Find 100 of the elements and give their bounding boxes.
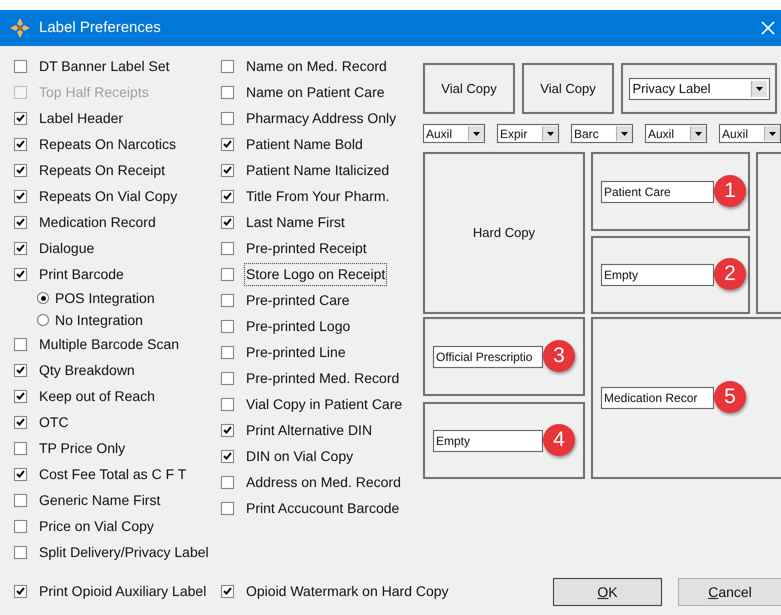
checkbox[interactable] xyxy=(14,390,27,402)
dropdown-button[interactable] xyxy=(468,126,484,141)
slot-field[interactable]: Official Prescriptio xyxy=(433,346,543,368)
slot-field[interactable]: Empty xyxy=(601,264,714,286)
dropdown-button[interactable] xyxy=(542,126,558,141)
checkbox[interactable] xyxy=(14,364,27,376)
check-icon xyxy=(16,418,25,426)
slot-field[interactable]: Patient Care xyxy=(601,180,714,202)
checkbox[interactable] xyxy=(14,216,27,228)
checkbox[interactable] xyxy=(221,424,234,436)
checkbox[interactable] xyxy=(221,346,234,358)
checkbox[interactable] xyxy=(221,138,234,150)
slot-field[interactable]: Empty xyxy=(433,430,543,452)
checkbox-label: Price on Vial Copy xyxy=(38,516,155,536)
checkbox[interactable] xyxy=(14,468,27,480)
checkbox[interactable] xyxy=(221,268,234,280)
checkbox[interactable] xyxy=(14,416,27,428)
dialog-button[interactable]: OK xyxy=(553,578,662,606)
check-icon xyxy=(16,270,25,278)
marker-badge: 5 xyxy=(714,381,746,413)
app-icon xyxy=(9,17,31,39)
check-icon xyxy=(223,140,232,148)
dropdown-button[interactable] xyxy=(616,126,632,141)
checkbox-label: Dialogue xyxy=(38,238,96,258)
checkbox-label: Print Accucount Barcode xyxy=(245,498,400,518)
checkbox-label: Address on Med. Record xyxy=(245,472,402,492)
checkbox-label: Generic Name First xyxy=(38,490,162,510)
checkbox[interactable] xyxy=(221,112,234,124)
checkbox[interactable] xyxy=(14,268,27,280)
radio-button[interactable] xyxy=(37,292,49,304)
checkbox-label: Keep out of Reach xyxy=(38,386,156,406)
caret-icon xyxy=(547,132,554,136)
caret-icon xyxy=(695,132,702,136)
dropdown-button[interactable] xyxy=(764,126,780,141)
dropdown-button[interactable] xyxy=(690,126,706,141)
caret-icon xyxy=(473,132,480,136)
checkbox[interactable] xyxy=(221,476,234,488)
close-icon[interactable] xyxy=(761,21,775,35)
label-type-dropdown[interactable]: Privacy Label xyxy=(628,78,770,100)
label-box[interactable]: Vial Copy xyxy=(423,63,515,114)
checkbox-label: Pre-printed Line xyxy=(245,342,347,362)
label-box[interactable]: Vial Copy xyxy=(522,63,614,114)
check-icon xyxy=(16,114,25,122)
checkbox[interactable] xyxy=(221,216,234,228)
checkbox[interactable] xyxy=(221,502,234,514)
checkbox[interactable] xyxy=(221,60,234,72)
checkbox[interactable] xyxy=(221,294,234,306)
auxiliary-dropdown[interactable]: Barc xyxy=(571,124,633,143)
check-icon xyxy=(223,426,232,434)
dropdown-button[interactable] xyxy=(750,81,766,97)
checkbox-label: OTC xyxy=(38,412,70,432)
marker-badge: 3 xyxy=(543,340,575,372)
checkbox[interactable] xyxy=(221,372,234,384)
checkbox[interactable] xyxy=(14,546,27,558)
checkbox[interactable] xyxy=(14,112,27,124)
checkbox-label: Patient Name Bold xyxy=(245,134,364,154)
checkbox-label: Vial Copy in Patient Care xyxy=(245,394,404,414)
checkbox-label: Print Alternative DIN xyxy=(245,420,374,440)
check-icon xyxy=(16,166,25,174)
checkbox[interactable] xyxy=(14,138,27,150)
auxiliary-dropdown[interactable]: Expir xyxy=(497,124,559,143)
checkbox-label: Pre-printed Med. Record xyxy=(245,368,400,388)
checkbox[interactable] xyxy=(221,450,234,462)
check-icon xyxy=(223,192,232,200)
checkbox[interactable] xyxy=(221,398,234,410)
checkbox-label: Cost Fee Total as C F T xyxy=(38,464,188,484)
checkbox[interactable] xyxy=(14,520,27,532)
check-icon xyxy=(16,470,25,478)
checkbox-label: Store Logo on Receipt xyxy=(244,262,388,286)
check-icon xyxy=(223,452,232,460)
checkbox[interactable] xyxy=(14,164,27,176)
checkbox-label: Medication Record xyxy=(38,212,157,232)
checkbox-label: Pharmacy Address Only xyxy=(245,108,398,128)
radio-button[interactable] xyxy=(37,314,49,326)
checkbox[interactable] xyxy=(221,320,234,332)
checkbox-label: Patient Name Italicized xyxy=(245,160,390,180)
checkbox[interactable] xyxy=(221,584,234,598)
dialog-button[interactable]: Cancel xyxy=(678,578,781,606)
marker-badge: 1 xyxy=(714,174,746,206)
label-box[interactable]: Hard Copy xyxy=(423,152,585,314)
check-icon xyxy=(223,218,232,226)
checkbox[interactable] xyxy=(221,242,234,254)
auxiliary-dropdown[interactable]: Auxil xyxy=(719,124,781,143)
checkbox[interactable] xyxy=(221,190,234,202)
checkbox[interactable] xyxy=(221,164,234,176)
auxiliary-dropdown[interactable]: Auxil xyxy=(423,124,485,143)
checkbox[interactable] xyxy=(14,60,27,72)
marker-badge: 2 xyxy=(714,258,746,290)
slot-field[interactable]: Medication Recor xyxy=(601,387,714,409)
checkbox[interactable] xyxy=(14,494,27,506)
checkbox-label: Multiple Barcode Scan xyxy=(38,334,180,354)
checkbox[interactable] xyxy=(14,442,27,454)
checkbox[interactable] xyxy=(221,86,234,98)
check-icon xyxy=(16,587,25,595)
checkbox[interactable] xyxy=(14,584,27,598)
checkbox[interactable] xyxy=(14,338,27,350)
checkbox[interactable] xyxy=(14,242,27,254)
checkbox-label: Name on Patient Care xyxy=(245,82,386,102)
auxiliary-dropdown[interactable]: Auxil xyxy=(645,124,707,143)
checkbox[interactable] xyxy=(14,190,27,202)
